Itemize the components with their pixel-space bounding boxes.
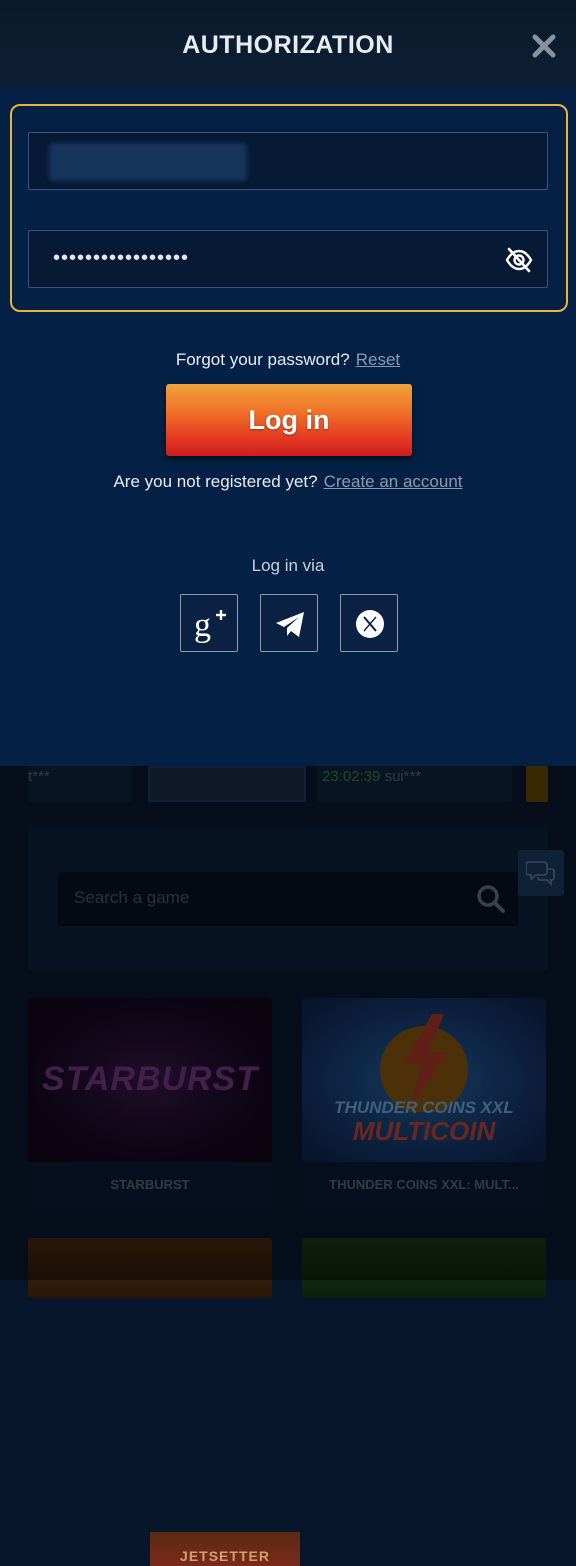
x-login-button[interactable]	[340, 594, 398, 652]
close-icon[interactable]	[530, 32, 558, 60]
telegram-login-button[interactable]	[260, 594, 318, 652]
google-plus-icon: g	[194, 607, 226, 644]
register-row: Are you not registered yet? Create an acc…	[0, 472, 576, 492]
login-via-label: Log in via	[251, 556, 325, 575]
telegram-icon	[276, 612, 304, 637]
google-login-button[interactable]: g	[180, 594, 238, 652]
eye-slash-icon[interactable]	[505, 246, 533, 274]
password-value: •••••••••••••••••	[53, 247, 190, 269]
login-value-redacted	[49, 143, 247, 181]
x-icon	[356, 610, 384, 638]
register-prompt: Are you not registered yet?	[113, 472, 318, 491]
authorization-modal: AUTHORIZATION ••••••••••••••••• Forgot y…	[0, 0, 576, 766]
login-button[interactable]: Log in	[166, 384, 412, 456]
password-field[interactable]: •••••••••••••••••	[28, 230, 548, 288]
svg-text:g: g	[194, 607, 211, 644]
login-field[interactable]	[28, 132, 548, 190]
forgot-password-row: Forgot your password? Reset	[0, 350, 576, 370]
reset-password-link[interactable]: Reset	[356, 350, 400, 369]
forgot-password-text: Forgot your password?	[175, 350, 350, 369]
jetsetter-thumbnail[interactable]: JETSETTER	[150, 1532, 300, 1566]
create-account-link[interactable]: Create an account	[324, 472, 463, 491]
modal-title: AUTHORIZATION	[182, 31, 394, 59]
jetsetter-logo: JETSETTER	[180, 1548, 270, 1564]
modal-header: AUTHORIZATION	[0, 0, 576, 90]
